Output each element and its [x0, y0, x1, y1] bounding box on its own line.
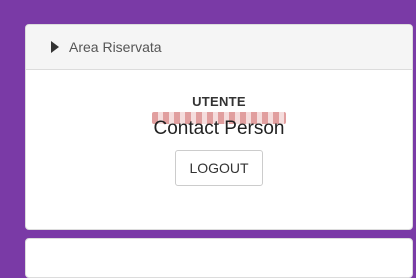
- user-heading: UTENTE: [192, 94, 246, 109]
- caret-right-icon: [51, 41, 59, 53]
- logout-button[interactable]: LOGOUT: [175, 150, 263, 186]
- panel-title: Area Riservata: [69, 39, 162, 55]
- reserved-area-panel: Area Riservata UTENTE Contact Person LOG…: [25, 24, 413, 230]
- next-panel: [25, 238, 413, 278]
- user-name-text: Contact Person: [153, 118, 285, 139]
- panel-body: UTENTE Contact Person LOGOUT: [26, 70, 412, 186]
- user-name: Contact Person: [151, 112, 287, 140]
- reserved-area-header[interactable]: Area Riservata: [26, 25, 412, 70]
